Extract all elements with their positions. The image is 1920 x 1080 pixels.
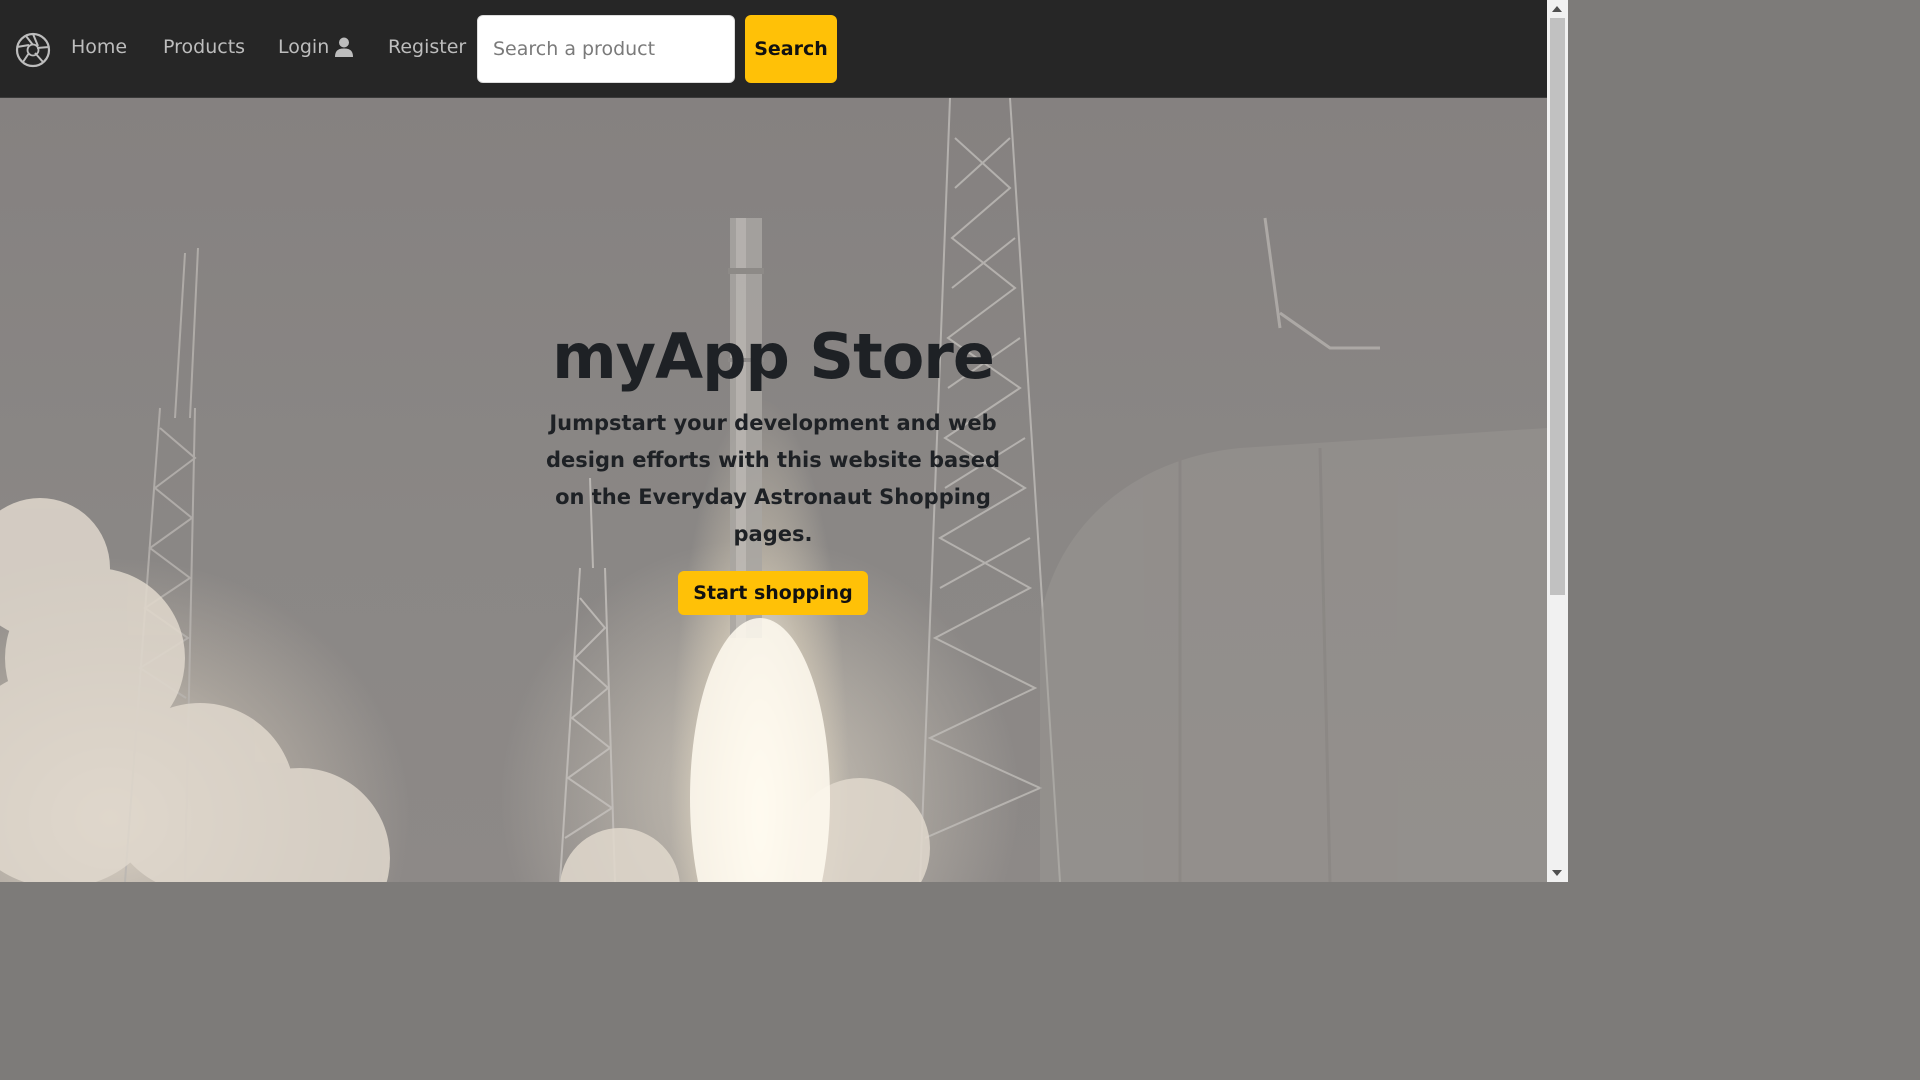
camera-aperture-icon[interactable] (15, 32, 51, 68)
user-icon (335, 37, 354, 57)
scrollbar-thumb[interactable] (1550, 18, 1565, 595)
hero-subtitle: Jumpstart your development and web desig… (546, 411, 1000, 547)
nav-home-link[interactable]: Home (71, 36, 127, 58)
start-shopping-button[interactable]: Start shopping (678, 571, 868, 616)
hero-section: myApp Store Jumpstart your development a… (0, 98, 1547, 882)
nav-register-link[interactable]: Register (388, 36, 466, 58)
nav-login-link[interactable]: Login (278, 36, 354, 58)
product-search-input[interactable] (477, 15, 735, 83)
scroll-down-arrow-icon[interactable] (1552, 870, 1562, 876)
page-scrollbar[interactable] (1547, 0, 1568, 882)
scroll-up-arrow-icon[interactable] (1552, 6, 1562, 12)
top-navbar: Home Products Login Register Search (0, 0, 1547, 98)
search-button[interactable]: Search (745, 15, 837, 83)
nav-products-link[interactable]: Products (163, 36, 245, 58)
nav-login-label: Login (278, 36, 330, 58)
hero-title: myApp Store (552, 320, 995, 393)
hero-content: myApp Store Jumpstart your development a… (540, 320, 1006, 616)
